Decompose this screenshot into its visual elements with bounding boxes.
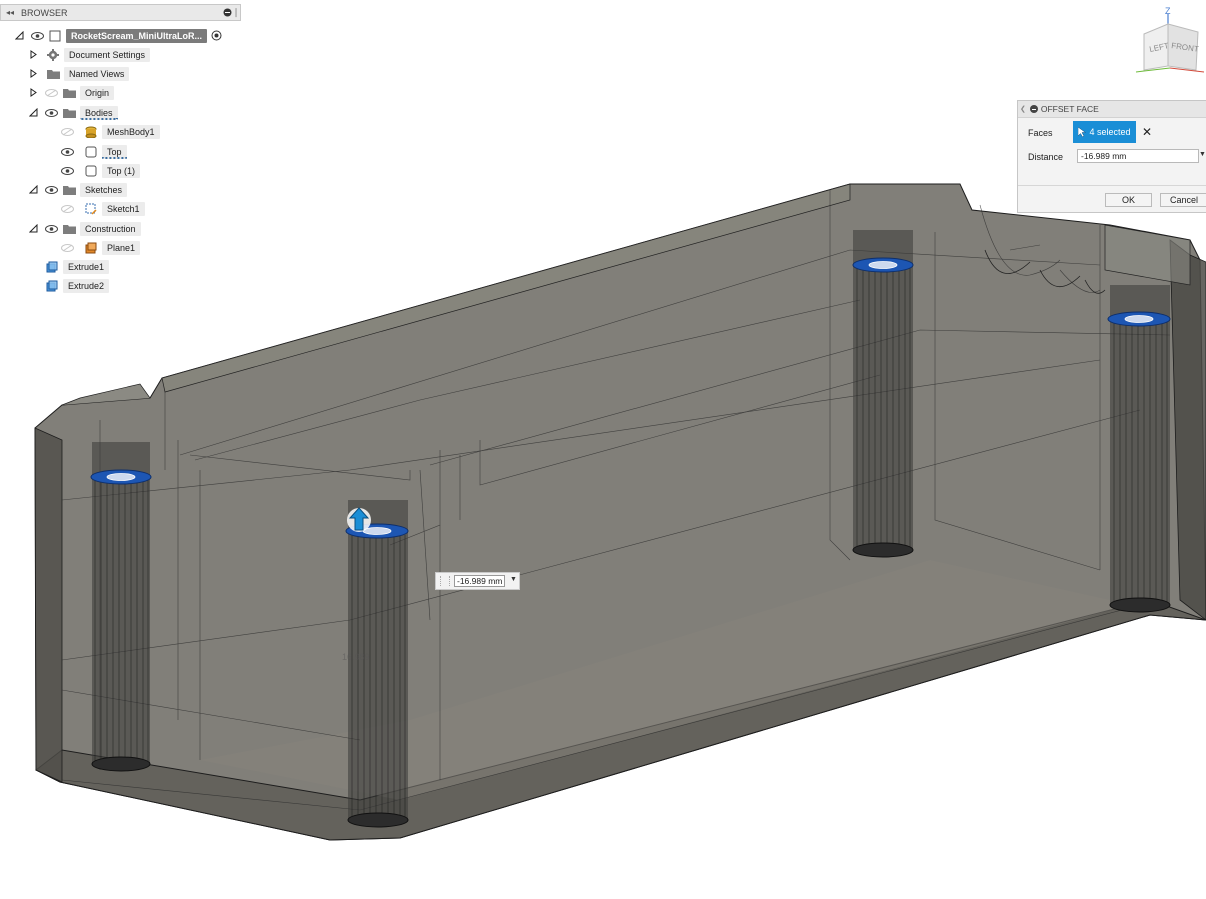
mesh-body-icon xyxy=(84,126,98,138)
panel-grip-icon[interactable]: ❘ xyxy=(232,7,240,18)
hidden-eye-icon[interactable] xyxy=(60,243,74,253)
left-wall xyxy=(34,427,63,783)
z-axis-label: Z xyxy=(1165,6,1171,16)
visibility-eye-icon[interactable] xyxy=(44,224,58,234)
dialog-header[interactable]: ❮ OFFSET FACE xyxy=(1018,101,1206,118)
tree-item-label[interactable]: Bodies xyxy=(80,105,118,120)
tree-item-label[interactable]: MeshBody1 xyxy=(102,124,160,139)
dialog-divider xyxy=(1018,185,1206,186)
expand-triangle-icon[interactable] xyxy=(28,69,38,79)
chevron-down-icon[interactable]: ▼ xyxy=(1199,151,1206,158)
tree-item-named-views[interactable]: Named Views xyxy=(28,65,130,82)
visibility-eye-icon[interactable] xyxy=(60,147,74,157)
visibility-eye-icon[interactable] xyxy=(44,185,58,195)
collapse-dialog-icon[interactable] xyxy=(1029,105,1038,113)
tree-item-label[interactable]: Construction xyxy=(80,221,141,236)
gear-icon xyxy=(46,48,60,61)
body-icon xyxy=(84,165,98,177)
extrude-icon xyxy=(45,261,59,273)
hidden-eye-icon[interactable] xyxy=(44,88,58,98)
tree-item-label[interactable]: Extrude1 xyxy=(63,259,110,274)
sketch-icon xyxy=(84,203,98,215)
tree-item-label[interactable]: Plane1 xyxy=(102,240,141,255)
view-cube[interactable]: Z LEFT FRONT xyxy=(1130,4,1206,78)
body-icon xyxy=(84,146,98,158)
dialog-grip-icon[interactable]: ❮ xyxy=(1020,105,1026,113)
model-dimension-text: 16.989 xyxy=(342,652,370,662)
browser-panel-header[interactable]: ◂◂ BROWSER ❘ xyxy=(0,4,241,21)
tree-item-label[interactable]: Named Views xyxy=(64,66,130,81)
cursor-arrow-icon xyxy=(1078,126,1087,138)
tree-item-label[interactable]: Extrude2 xyxy=(63,278,110,293)
expand-triangle-icon[interactable] xyxy=(28,50,38,60)
offset-face-dialog[interactable]: ❮ OFFSET FACE Faces 4 selected ✕ Distanc… xyxy=(1017,100,1206,213)
tree-item-extrude2[interactable]: Extrude2 xyxy=(45,277,110,294)
collapse-panel-icon[interactable]: ◂◂ xyxy=(3,8,17,17)
expand-triangle-icon[interactable] xyxy=(28,224,38,234)
offset-drag-arrow-icon[interactable] xyxy=(347,507,371,532)
folder-icon xyxy=(62,184,76,196)
tree-item-document-settings[interactable]: Document Settings xyxy=(28,46,151,63)
expand-triangle-icon[interactable] xyxy=(28,108,38,118)
tree-item-label[interactable]: Top xyxy=(102,144,127,159)
tree-item-label[interactable]: Document Settings xyxy=(64,47,151,62)
standoff-post-1[interactable] xyxy=(90,442,152,772)
tree-item-meshbody1[interactable]: MeshBody1 xyxy=(60,123,160,140)
tree-item-label[interactable]: Sketches xyxy=(80,182,128,197)
expand-triangle-icon[interactable] xyxy=(14,31,24,41)
tree-item-extrude1[interactable]: Extrude1 xyxy=(45,258,110,275)
tree-item-construction[interactable]: Construction xyxy=(28,220,141,237)
standoff-post-3[interactable] xyxy=(852,230,914,558)
standoff-post-4[interactable] xyxy=(1107,285,1171,613)
folder-icon xyxy=(62,107,76,119)
pin-icon[interactable] xyxy=(222,8,232,18)
folder-icon xyxy=(46,68,60,80)
faces-label: Faces xyxy=(1028,128,1053,138)
activate-radio-icon[interactable] xyxy=(211,30,222,41)
distance-label: Distance xyxy=(1028,152,1064,162)
plane-icon xyxy=(84,242,98,254)
hidden-eye-icon[interactable] xyxy=(60,204,74,214)
extrude-icon xyxy=(45,280,59,292)
tree-item-label[interactable]: Sketch1 xyxy=(102,201,145,216)
tree-item-plane1[interactable]: Plane1 xyxy=(60,239,141,256)
floating-distance-input[interactable]: -16.989 mm ▼ xyxy=(435,572,520,590)
expand-triangle-icon[interactable] xyxy=(28,88,38,98)
drag-handle-icon[interactable] xyxy=(440,576,450,586)
tree-root[interactable]: RocketScream_MiniUltraLoR... xyxy=(14,27,222,44)
expand-triangle-icon[interactable] xyxy=(28,185,38,195)
folder-icon xyxy=(62,223,76,235)
root-component-label[interactable]: RocketScream_MiniUltraLoR... xyxy=(66,28,208,43)
browser-title: BROWSER xyxy=(21,7,68,18)
ok-button[interactable]: OK xyxy=(1105,193,1152,207)
floating-distance-field[interactable]: -16.989 mm xyxy=(454,575,505,587)
cancel-button[interactable]: Cancel xyxy=(1160,193,1206,207)
faces-selection-count: 4 selected xyxy=(1089,127,1131,137)
dialog-title: OFFSET FACE xyxy=(1040,104,1099,114)
tree-item-top-1[interactable]: Top (1) xyxy=(60,162,141,179)
tree-item-top[interactable]: Top xyxy=(60,143,127,160)
distance-input[interactable]: -16.989 mm xyxy=(1077,149,1199,163)
standoff-post-2[interactable] xyxy=(345,500,409,828)
clear-selection-icon[interactable]: ✕ xyxy=(1142,125,1152,139)
tree-item-sketches[interactable]: Sketches xyxy=(28,181,128,198)
chevron-down-icon[interactable]: ▼ xyxy=(510,576,517,583)
tree-item-sketch1[interactable]: Sketch1 xyxy=(60,200,145,217)
visibility-eye-icon[interactable] xyxy=(60,166,74,176)
faces-selection-button[interactable]: 4 selected xyxy=(1073,121,1136,143)
visibility-eye-icon[interactable] xyxy=(30,31,44,41)
hidden-eye-icon[interactable] xyxy=(60,127,74,137)
visibility-eye-icon[interactable] xyxy=(44,108,58,118)
component-icon xyxy=(48,30,62,42)
tree-item-bodies[interactable]: Bodies xyxy=(28,104,118,121)
tree-item-origin[interactable]: Origin xyxy=(28,84,115,101)
tree-item-label[interactable]: Origin xyxy=(80,85,115,100)
folder-icon xyxy=(62,87,76,99)
tree-item-label[interactable]: Top (1) xyxy=(102,163,141,178)
